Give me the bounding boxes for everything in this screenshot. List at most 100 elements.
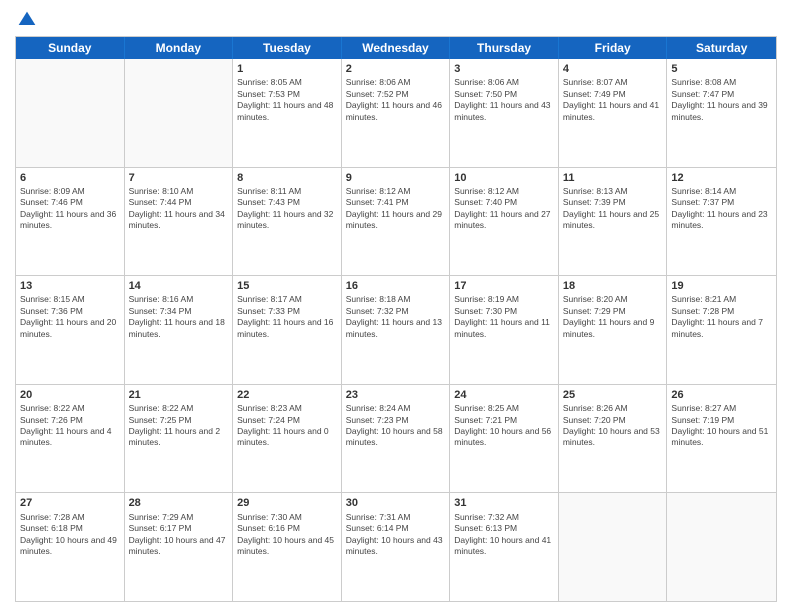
calendar-row: 27Sunrise: 7:28 AM Sunset: 6:18 PM Dayli… (16, 493, 776, 601)
day-info: Sunrise: 8:20 AM Sunset: 7:29 PM Dayligh… (563, 294, 663, 340)
day-info: Sunrise: 7:32 AM Sunset: 6:13 PM Dayligh… (454, 512, 554, 558)
day-number: 7 (129, 171, 229, 185)
day-info: Sunrise: 8:17 AM Sunset: 7:33 PM Dayligh… (237, 294, 337, 340)
header (15, 10, 777, 30)
calendar-header-cell: Friday (559, 37, 668, 59)
day-info: Sunrise: 8:19 AM Sunset: 7:30 PM Dayligh… (454, 294, 554, 340)
calendar-cell: 19Sunrise: 8:21 AM Sunset: 7:28 PM Dayli… (667, 276, 776, 384)
day-info: Sunrise: 8:05 AM Sunset: 7:53 PM Dayligh… (237, 77, 337, 123)
day-info: Sunrise: 8:15 AM Sunset: 7:36 PM Dayligh… (20, 294, 120, 340)
calendar-cell: 23Sunrise: 8:24 AM Sunset: 7:23 PM Dayli… (342, 385, 451, 493)
day-info: Sunrise: 8:06 AM Sunset: 7:52 PM Dayligh… (346, 77, 446, 123)
day-number: 30 (346, 496, 446, 510)
calendar-header-cell: Tuesday (233, 37, 342, 59)
calendar-cell: 24Sunrise: 8:25 AM Sunset: 7:21 PM Dayli… (450, 385, 559, 493)
day-info: Sunrise: 8:10 AM Sunset: 7:44 PM Dayligh… (129, 186, 229, 232)
calendar-cell: 21Sunrise: 8:22 AM Sunset: 7:25 PM Dayli… (125, 385, 234, 493)
day-number: 15 (237, 279, 337, 293)
day-number: 31 (454, 496, 554, 510)
calendar-cell (16, 59, 125, 167)
calendar-header-cell: Monday (125, 37, 234, 59)
day-info: Sunrise: 8:09 AM Sunset: 7:46 PM Dayligh… (20, 186, 120, 232)
calendar-cell: 10Sunrise: 8:12 AM Sunset: 7:40 PM Dayli… (450, 168, 559, 276)
day-number: 20 (20, 388, 120, 402)
day-info: Sunrise: 8:23 AM Sunset: 7:24 PM Dayligh… (237, 403, 337, 449)
calendar-cell: 9Sunrise: 8:12 AM Sunset: 7:41 PM Daylig… (342, 168, 451, 276)
day-info: Sunrise: 8:27 AM Sunset: 7:19 PM Dayligh… (671, 403, 772, 449)
logo (15, 10, 39, 30)
calendar-cell (667, 493, 776, 601)
day-number: 9 (346, 171, 446, 185)
calendar-cell: 31 Sunrise: 7:32 AM Sunset: 6:13 PM Dayli… (450, 493, 559, 601)
day-number: 8 (237, 171, 337, 185)
calendar-row: 6Sunrise: 8:09 AM Sunset: 7:46 PM Daylig… (16, 168, 776, 277)
day-number: 4 (563, 62, 663, 76)
day-number: 3 (454, 62, 554, 76)
day-number: 25 (563, 388, 663, 402)
day-number: 10 (454, 171, 554, 185)
day-number: 28 (129, 496, 229, 510)
day-number: 26 (671, 388, 772, 402)
calendar-cell: 6Sunrise: 8:09 AM Sunset: 7:46 PM Daylig… (16, 168, 125, 276)
calendar-cell: 30 Sunrise: 7:31 AM Sunset: 6:14 PM Dayli… (342, 493, 451, 601)
day-number: 29 (237, 496, 337, 510)
calendar-cell: 12Sunrise: 8:14 AM Sunset: 7:37 PM Dayli… (667, 168, 776, 276)
calendar-cell: 4Sunrise: 8:07 AM Sunset: 7:49 PM Daylig… (559, 59, 668, 167)
calendar-cell: 26Sunrise: 8:27 AM Sunset: 7:19 PM Dayli… (667, 385, 776, 493)
day-info: Sunrise: 7:30 AM Sunset: 6:16 PM Dayligh… (237, 512, 337, 558)
day-number: 6 (20, 171, 120, 185)
calendar-header-cell: Wednesday (342, 37, 451, 59)
day-number: 2 (346, 62, 446, 76)
calendar-cell: 27Sunrise: 7:28 AM Sunset: 6:18 PM Dayli… (16, 493, 125, 601)
day-info: Sunrise: 7:31 AM Sunset: 6:14 PM Dayligh… (346, 512, 446, 558)
day-info: Sunrise: 7:29 AM Sunset: 6:17 PM Dayligh… (129, 512, 229, 558)
calendar-cell: 15Sunrise: 8:17 AM Sunset: 7:33 PM Dayli… (233, 276, 342, 384)
day-number: 27 (20, 496, 120, 510)
logo-icon (17, 10, 37, 30)
calendar-cell (559, 493, 668, 601)
calendar-cell: 8Sunrise: 8:11 AM Sunset: 7:43 PM Daylig… (233, 168, 342, 276)
day-info: Sunrise: 8:16 AM Sunset: 7:34 PM Dayligh… (129, 294, 229, 340)
calendar-cell: 3Sunrise: 8:06 AM Sunset: 7:50 PM Daylig… (450, 59, 559, 167)
calendar-header-cell: Saturday (667, 37, 776, 59)
day-number: 18 (563, 279, 663, 293)
day-info: Sunrise: 8:25 AM Sunset: 7:21 PM Dayligh… (454, 403, 554, 449)
calendar-cell: 28 Sunrise: 7:29 AM Sunset: 6:17 PM Dayli… (125, 493, 234, 601)
calendar-row: 13Sunrise: 8:15 AM Sunset: 7:36 PM Dayli… (16, 276, 776, 385)
day-info: Sunrise: 8:11 AM Sunset: 7:43 PM Dayligh… (237, 186, 337, 232)
day-info: Sunrise: 8:18 AM Sunset: 7:32 PM Dayligh… (346, 294, 446, 340)
day-number: 19 (671, 279, 772, 293)
day-number: 1 (237, 62, 337, 76)
day-info: Sunrise: 8:21 AM Sunset: 7:28 PM Dayligh… (671, 294, 772, 340)
calendar-cell: 29 Sunrise: 7:30 AM Sunset: 6:16 PM Dayli… (233, 493, 342, 601)
day-info: Sunrise: 8:14 AM Sunset: 7:37 PM Dayligh… (671, 186, 772, 232)
calendar-cell: 7Sunrise: 8:10 AM Sunset: 7:44 PM Daylig… (125, 168, 234, 276)
day-number: 22 (237, 388, 337, 402)
day-info: Sunrise: 8:12 AM Sunset: 7:41 PM Dayligh… (346, 186, 446, 232)
day-number: 14 (129, 279, 229, 293)
calendar-cell: 5Sunrise: 8:08 AM Sunset: 7:47 PM Daylig… (667, 59, 776, 167)
calendar-cell: 1Sunrise: 8:05 AM Sunset: 7:53 PM Daylig… (233, 59, 342, 167)
calendar-body: 1Sunrise: 8:05 AM Sunset: 7:53 PM Daylig… (16, 59, 776, 601)
calendar-row: 20Sunrise: 8:22 AM Sunset: 7:26 PM Dayli… (16, 385, 776, 494)
calendar-cell: 25Sunrise: 8:26 AM Sunset: 7:20 PM Dayli… (559, 385, 668, 493)
calendar-cell: 16Sunrise: 8:18 AM Sunset: 7:32 PM Dayli… (342, 276, 451, 384)
day-info: Sunrise: 8:13 AM Sunset: 7:39 PM Dayligh… (563, 186, 663, 232)
calendar-header: SundayMondayTuesdayWednesdayThursdayFrid… (16, 37, 776, 59)
calendar-row: 1Sunrise: 8:05 AM Sunset: 7:53 PM Daylig… (16, 59, 776, 168)
day-number: 17 (454, 279, 554, 293)
day-number: 11 (563, 171, 663, 185)
calendar-cell: 18Sunrise: 8:20 AM Sunset: 7:29 PM Dayli… (559, 276, 668, 384)
calendar-header-cell: Sunday (16, 37, 125, 59)
calendar: SundayMondayTuesdayWednesdayThursdayFrid… (15, 36, 777, 602)
calendar-cell: 2Sunrise: 8:06 AM Sunset: 7:52 PM Daylig… (342, 59, 451, 167)
calendar-cell: 20Sunrise: 8:22 AM Sunset: 7:26 PM Dayli… (16, 385, 125, 493)
day-number: 12 (671, 171, 772, 185)
calendar-cell: 17Sunrise: 8:19 AM Sunset: 7:30 PM Dayli… (450, 276, 559, 384)
calendar-cell: 11Sunrise: 8:13 AM Sunset: 7:39 PM Dayli… (559, 168, 668, 276)
calendar-cell: 22Sunrise: 8:23 AM Sunset: 7:24 PM Dayli… (233, 385, 342, 493)
day-info: Sunrise: 8:26 AM Sunset: 7:20 PM Dayligh… (563, 403, 663, 449)
day-info: Sunrise: 8:22 AM Sunset: 7:25 PM Dayligh… (129, 403, 229, 449)
day-info: Sunrise: 8:12 AM Sunset: 7:40 PM Dayligh… (454, 186, 554, 232)
day-info: Sunrise: 8:24 AM Sunset: 7:23 PM Dayligh… (346, 403, 446, 449)
